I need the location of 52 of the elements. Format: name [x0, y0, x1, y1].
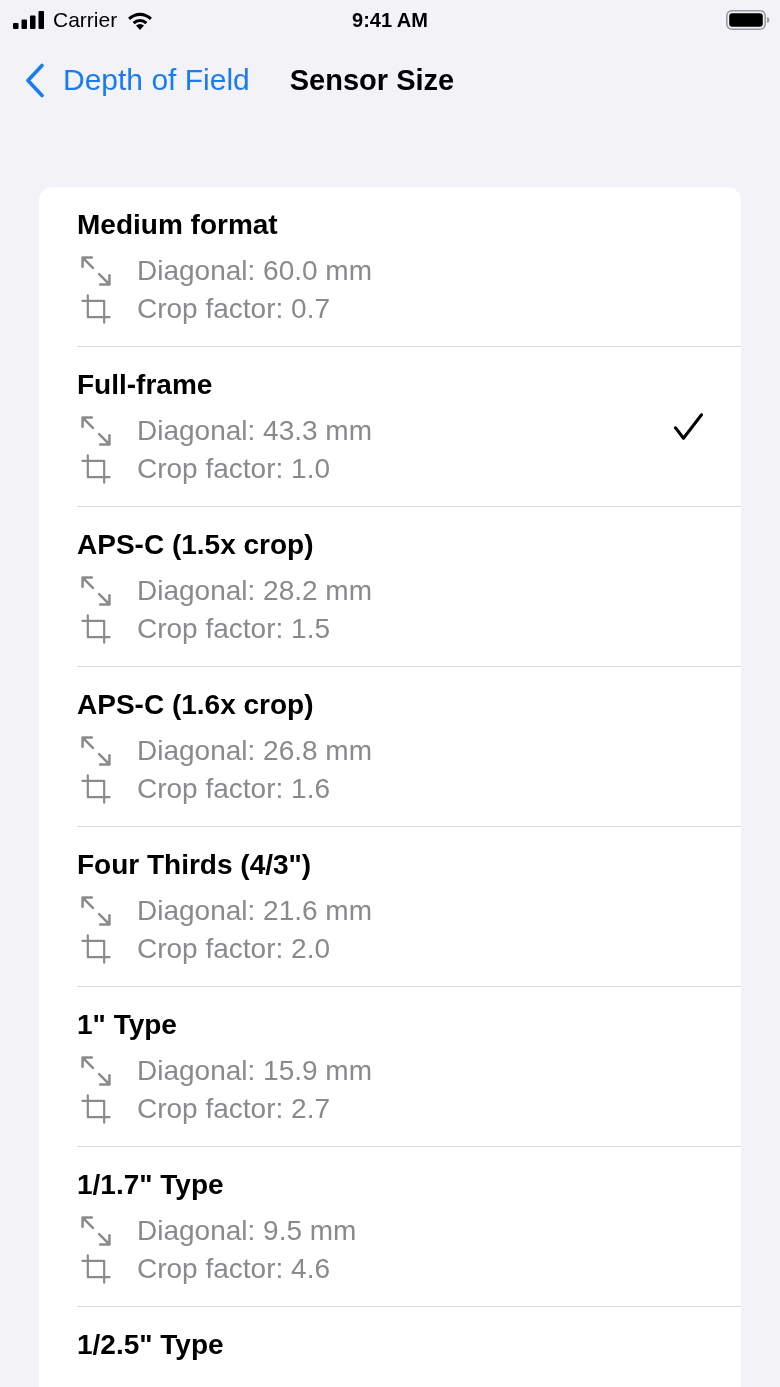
wifi-icon [127, 10, 154, 30]
signal-icon [13, 11, 45, 29]
crop-factor-text: Crop factor: 2.7 [137, 1092, 330, 1126]
crop-icon [81, 294, 111, 324]
crop-icon [81, 1254, 111, 1284]
back-button[interactable]: Depth of Field [25, 60, 250, 100]
diagonal-text: Diagonal: 28.2 mm [137, 574, 372, 608]
diagonal-text: Diagonal: 60.0 mm [137, 254, 372, 288]
diagonal-arrows-icon [81, 416, 111, 446]
sensor-name: 1" Type [77, 1008, 177, 1042]
crop-factor-text: Crop factor: 4.6 [137, 1252, 330, 1286]
diagonal-arrows-icon [81, 1056, 111, 1086]
crop-icon [81, 454, 111, 484]
crop-factor-text: Crop factor: 0.7 [137, 292, 330, 326]
crop-factor-text: Crop factor: 1.0 [137, 452, 330, 486]
sensor-option[interactable]: APS-C (1.6x crop) Diagonal: 26.8 mm Crop factor: 1.6 [77, 667, 741, 827]
sensor-option[interactable]: Full-frame Diagonal: 43.3 mm Crop factor: 1.0 [77, 347, 741, 507]
sensor-option[interactable]: Medium format Diagonal: 60.0 mm Crop factor: 0.7 [77, 187, 741, 347]
diagonal-arrows-icon [81, 256, 111, 286]
crop-icon [81, 774, 111, 804]
carrier-name: Carrier [53, 8, 118, 32]
sensor-name: 1/1.7" Type [77, 1168, 224, 1202]
diagonal-text: Diagonal: 21.6 mm [137, 894, 372, 928]
battery-icon [726, 10, 770, 30]
crop-icon [81, 934, 111, 964]
crop-factor-text: Crop factor: 1.5 [137, 612, 330, 646]
chevron-icon [25, 62, 45, 98]
crop-factor-text: Crop factor: 1.6 [137, 772, 330, 806]
crop-factor-text: Crop factor: 2.0 [137, 932, 330, 966]
sensor-option[interactable]: APS-C (1.5x crop) Diagonal: 28.2 mm Crop factor: 1.5 [77, 507, 741, 667]
diagonal-text: Diagonal: 9.5 mm [137, 1214, 357, 1248]
diagonal-arrows-icon [81, 896, 111, 926]
sensor-name: 1/2.5" Type [77, 1328, 224, 1362]
diagonal-text: Diagonal: 26.8 mm [137, 734, 372, 768]
sensor-option[interactable]: Four Thirds (4/3") Diagonal: 21.6 mm Crop factor: 2.0 [77, 827, 741, 987]
screen-title: Sensor Size [289, 63, 455, 98]
sensor-name: Full-frame [77, 368, 213, 402]
sensor-option[interactable]: 1" Type Diagonal: 15.9 mm Crop factor: 2.7 [77, 987, 741, 1147]
sensor-option[interactable]: 1/2.5" Type [77, 1307, 741, 1387]
diagonal-arrows-icon [81, 1216, 111, 1246]
sensor-name: Four Thirds (4/3") [77, 848, 312, 882]
crop-icon [81, 1094, 111, 1124]
diagonal-arrows-icon [81, 736, 111, 766]
diagonal-arrows-icon [81, 576, 111, 606]
crop-icon [81, 614, 111, 644]
diagonal-text: Diagonal: 15.9 mm [137, 1054, 372, 1088]
diagonal-text: Diagonal: 43.3 mm [137, 414, 372, 448]
sensor-name: Medium format [77, 208, 278, 242]
sensor-name: APS-C (1.5x crop) [77, 528, 314, 562]
status-time: 9:41 AM [352, 8, 428, 32]
sensor-option[interactable]: 1/1.7" Type Diagonal: 9.5 mm Crop factor: 4.6 [77, 1147, 741, 1307]
sensor-name: APS-C (1.6x crop) [77, 688, 314, 722]
